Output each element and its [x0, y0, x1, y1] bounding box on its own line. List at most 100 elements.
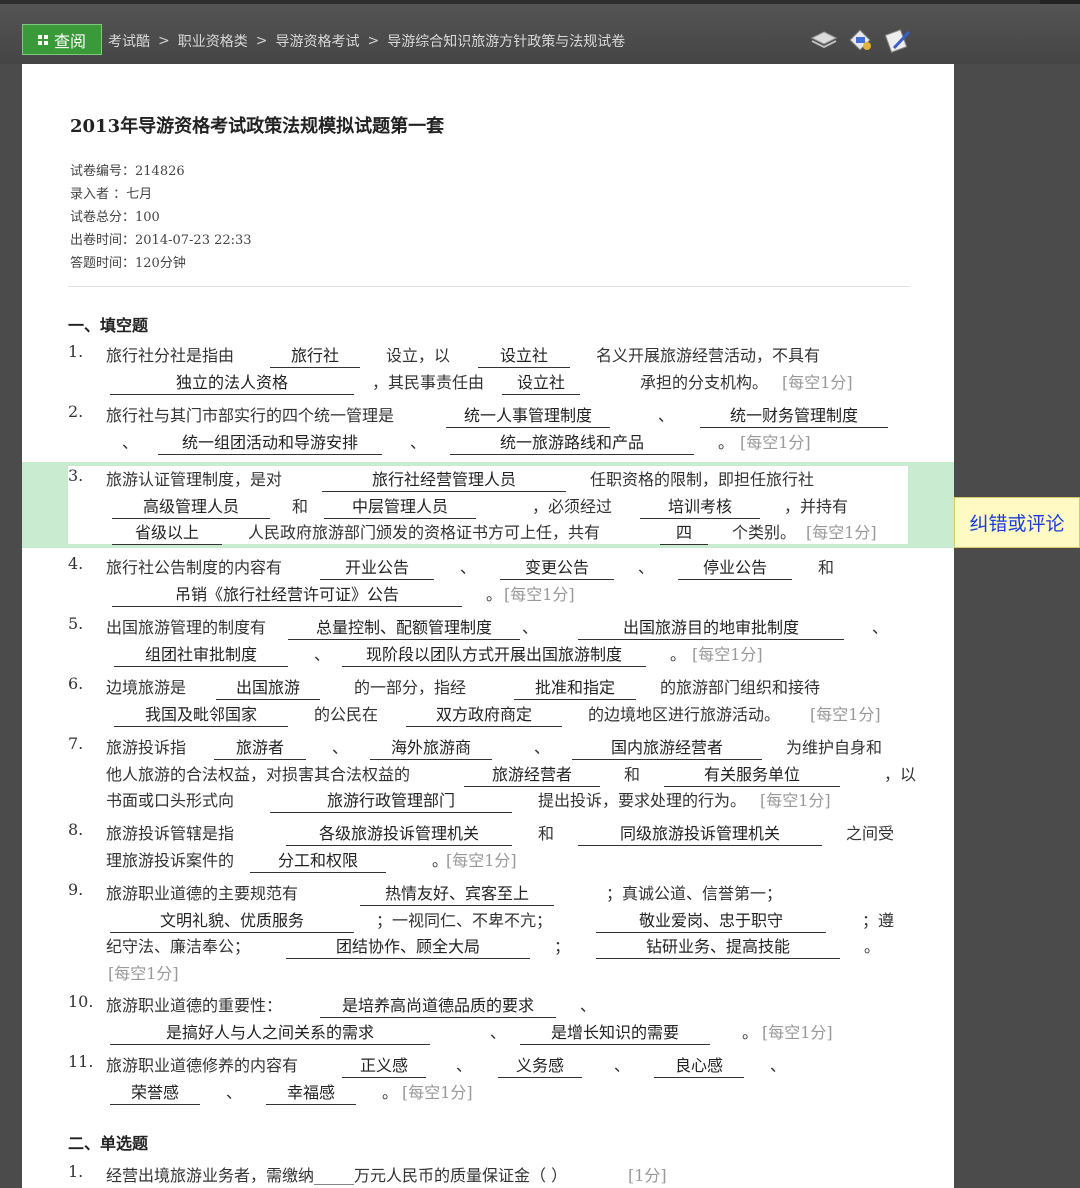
- question-line: [每空1分]: [106, 960, 918, 986]
- answer-blank[interactable]: 荣誉感: [110, 1079, 200, 1105]
- meta-row: 答题时间：120分钟: [70, 256, 186, 271]
- answer-blank[interactable]: 培训考核: [640, 493, 760, 519]
- question-text: 纪守法、廉洁奉公；: [106, 937, 251, 956]
- edit-icon[interactable]: [884, 26, 912, 54]
- answer-blank[interactable]: 是增长知识的需要: [520, 1019, 710, 1045]
- answer-blank[interactable]: 出国旅游目的地审批制度: [578, 614, 844, 640]
- answer-blank[interactable]: 旅行社经营管理人员: [322, 466, 566, 492]
- question-text: 、: [770, 1056, 787, 1075]
- answer-blank[interactable]: 设立社: [478, 342, 570, 368]
- window-edge: [1040, 0, 1080, 4]
- answer-blank[interactable]: 批准和指定: [514, 674, 636, 700]
- answer-blank[interactable]: 出国旅游: [216, 674, 320, 700]
- question-number: 7.: [68, 734, 84, 753]
- question-number: 3.: [68, 466, 84, 485]
- answer-blank[interactable]: 统一组团活动和导游安排: [158, 429, 382, 455]
- question-text: 。: [486, 585, 503, 604]
- answer-blank[interactable]: 双方政府商定: [406, 701, 562, 727]
- question-text: 、: [460, 558, 477, 577]
- answer-blank[interactable]: 省级以上: [112, 519, 222, 545]
- answer-blank[interactable]: 敬业爱岗、忠于职守: [596, 907, 826, 933]
- question-text: 人民政府旅游部门颁发的资格证书方可上任，共有: [248, 523, 601, 542]
- question-text: 、: [534, 738, 551, 757]
- answer-blank[interactable]: 正义感: [342, 1052, 426, 1078]
- meta-row: 录入者 ：七月: [70, 187, 153, 202]
- question-line: 文明礼貌、优质服务 ；一视同仁、不卑不亢； 敬业爱岗、忠于职守 ；遵: [106, 907, 918, 933]
- question-text: ，其民事责任由: [372, 373, 485, 392]
- answer-blank[interactable]: 同级旅游投诉管理机关: [578, 820, 822, 846]
- answer-blank[interactable]: 统一财务管理制度: [700, 402, 888, 428]
- answer-blank[interactable]: 海外旅游商: [370, 734, 492, 760]
- question-text: 的旅游部门组织和接待: [660, 678, 821, 697]
- answer-blank[interactable]: 国内旅游经营者: [572, 734, 762, 760]
- question-points: [每空1分]: [740, 433, 811, 452]
- answer-blank[interactable]: 中层管理人员: [324, 493, 476, 519]
- question-line: 省级以上 人民政府旅游部门颁发的资格证书方可上任，共有 四 个类别。 [每空1分]: [106, 519, 918, 545]
- breadcrumb-separator: >: [367, 33, 380, 49]
- answer-blank[interactable]: 设立社: [502, 369, 580, 395]
- breadcrumb-item-category[interactable]: 职业资格类: [178, 31, 248, 51]
- answer-blank[interactable]: 旅游者: [214, 734, 306, 760]
- answer-blank[interactable]: 四: [660, 519, 708, 545]
- breadcrumb-item-site[interactable]: 考试酷: [108, 31, 150, 51]
- question-text: 边境旅游是: [106, 678, 187, 697]
- question-line: 纪守法、廉洁奉公； 团结协作、顾全大局 ； 钻研业务、提高技能 。: [106, 933, 918, 959]
- answer-blank[interactable]: 有关服务单位: [664, 761, 840, 787]
- answer-blank[interactable]: 是搞好人与人之间关系的需求: [110, 1019, 430, 1045]
- answer-blank[interactable]: 幸福感: [266, 1079, 356, 1105]
- question-text: 。: [382, 1083, 399, 1102]
- answer-blank[interactable]: 高级管理人员: [112, 493, 270, 519]
- question-text: 个类别。: [732, 523, 797, 542]
- question-text: 的一部分，指经: [354, 678, 467, 697]
- question-line: 独立的法人资格 ，其民事责任由 设立社 承担的分支机构。 [每空1分]: [106, 369, 918, 395]
- answer-blank[interactable]: 分工和权限: [250, 847, 386, 873]
- answer-blank[interactable]: 各级旅游投诉管理机关: [286, 820, 512, 846]
- answer-blank[interactable]: 吊销《旅行社经营许可证》公告: [112, 581, 462, 607]
- question-line: 书面或口头形式向 旅游行政管理部门 提出投诉，要求处理的行为。 [每空1分]: [106, 787, 918, 813]
- stack-icon[interactable]: [810, 26, 838, 54]
- breadcrumb-item-exam-type[interactable]: 导游资格考试: [275, 31, 359, 51]
- question-text: 旅游认证管理制度，是对: [106, 470, 283, 489]
- answer-blank[interactable]: 义务感: [498, 1052, 582, 1078]
- paint-icon[interactable]: [846, 26, 874, 54]
- answer-blank[interactable]: 旅行社: [270, 342, 360, 368]
- question-number: 2.: [68, 402, 84, 421]
- answer-blank[interactable]: 钻研业务、提高技能: [596, 933, 840, 959]
- question-text: 出国旅游管理的制度有: [106, 618, 267, 637]
- meta-row: 试卷编号：214826: [70, 164, 185, 179]
- question-text: 旅游投诉管辖是指: [106, 824, 235, 843]
- question-text: 设立，以: [386, 346, 451, 365]
- answer-blank[interactable]: 停业公告: [678, 554, 792, 580]
- exam-paper: 2013年导游资格考试政策法规模拟试题第一套 试卷编号：214826 录入者 ：…: [22, 64, 954, 1188]
- question-text: 、: [580, 996, 597, 1015]
- question-number: 11.: [68, 1052, 94, 1071]
- question-item: 7. 旅游投诉指 旅游者 、 海外旅游商 、 国内旅游经营者 为维护自身和 他人旅游的合法权益，…: [68, 734, 918, 814]
- question-number: 9.: [68, 880, 84, 899]
- answer-blank[interactable]: 旅游经营者: [464, 761, 600, 787]
- correction-button[interactable]: 纠错或评论: [954, 497, 1080, 548]
- question-number: 1.: [68, 342, 84, 361]
- breadcrumb-item-paper[interactable]: 导游综合知识旅游方针政策与法规试卷: [387, 31, 625, 51]
- question-text: 经营出境旅游业务者，需缴纳_____万元人民币的质量保证金（ ）: [106, 1166, 568, 1185]
- answer-blank[interactable]: 统一人事管理制度: [446, 402, 610, 428]
- question-text: 、: [456, 1056, 473, 1075]
- answer-blank[interactable]: 是培养高尚道德品质的要求: [320, 992, 556, 1018]
- answer-blank[interactable]: 文明礼貌、优质服务: [110, 907, 354, 933]
- question-item: 4. 旅行社公告制度的内容有 开业公告 、 变更公告 、 停业公告 和吊销《旅行社经营许可证》…: [68, 554, 918, 607]
- question-text: 为维护自身和: [786, 738, 883, 757]
- answer-blank[interactable]: 组团社审批制度: [114, 641, 288, 667]
- answer-blank[interactable]: 变更公告: [500, 554, 614, 580]
- answer-blank[interactable]: 热情友好、宾客至上: [360, 880, 554, 906]
- answer-blank[interactable]: 总量控制、配额管理制度: [288, 614, 520, 640]
- answer-blank[interactable]: 统一旅游路线和产品: [450, 429, 694, 455]
- answer-blank[interactable]: 良心感: [654, 1052, 744, 1078]
- answer-blank[interactable]: 开业公告: [320, 554, 434, 580]
- answer-blank[interactable]: 独立的法人资格: [110, 369, 354, 395]
- answer-blank[interactable]: 团结协作、顾全大局: [286, 933, 530, 959]
- answer-blank[interactable]: 我国及毗邻国家: [114, 701, 288, 727]
- question-number: 1.: [68, 1162, 84, 1181]
- answer-blank[interactable]: 现阶段以团队方式开展出国旅游制度: [342, 641, 646, 667]
- question-line: 旅游职业道德的重要性： 是培养高尚道德品质的要求 、: [106, 992, 918, 1018]
- browse-button[interactable]: 查阅: [22, 24, 102, 55]
- answer-blank[interactable]: 旅游行政管理部门: [270, 787, 512, 813]
